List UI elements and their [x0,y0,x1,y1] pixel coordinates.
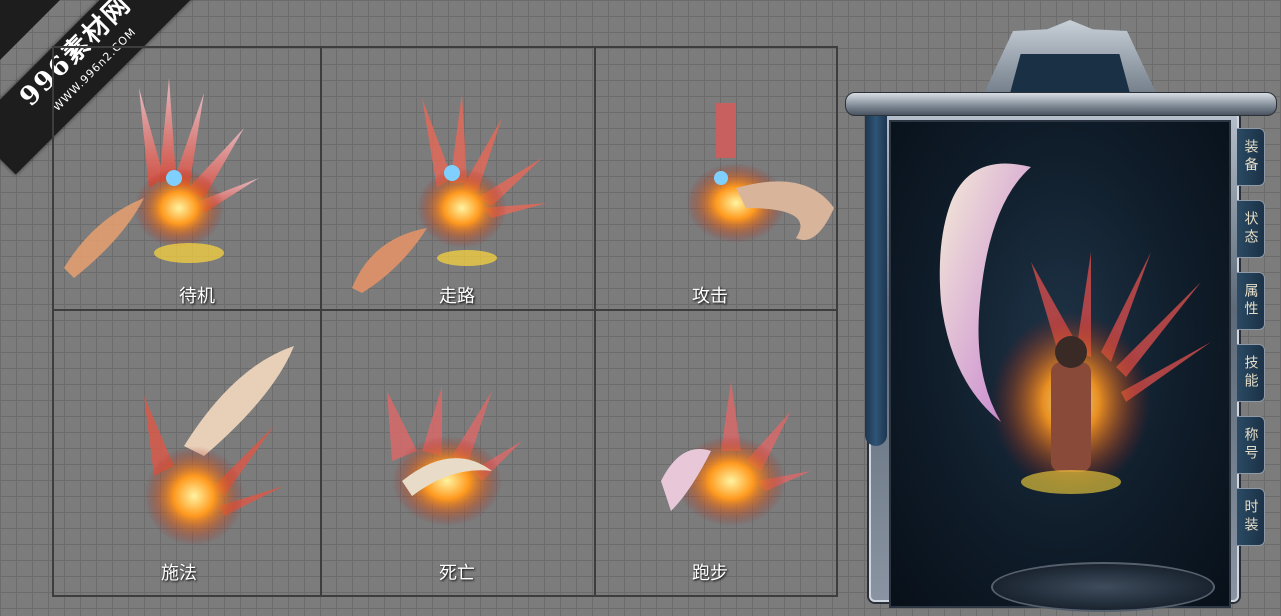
frame-run: 跑步 [596,311,836,597]
character-preview [889,120,1231,612]
frame-label: 死亡 [439,563,475,584]
frame-label: 施法 [161,563,197,584]
sprite-cast [144,346,294,546]
sprite-run [661,381,811,526]
character-panel: 装备 状态 属性 技能 称号 时装 [845,20,1277,612]
frame-label: 攻击 [692,286,728,307]
frame-label: 待机 [179,286,215,307]
panel-ribbon [865,116,887,446]
frame-label: 跑步 [692,563,728,584]
sprite-idle [64,78,259,278]
character-model [939,163,1211,494]
frame-walk: 走路 [322,48,594,309]
frame-idle: 待机 [54,48,320,309]
tab-skills[interactable]: 技能 [1237,344,1265,402]
sprite-attack [686,103,834,243]
frame-cast: 施法 [54,311,320,597]
tab-titles[interactable]: 称号 [1237,416,1265,474]
side-tabs: 装备 状态 属性 技能 称号 时装 [1237,128,1267,560]
sprite-walk [352,93,547,293]
tab-equipment[interactable]: 装备 [1237,128,1265,186]
frame-death: 死亡 [322,311,594,597]
sprite-death [387,386,522,526]
tab-fashion[interactable]: 时装 [1237,488,1265,546]
animation-grid: 待机 走路 攻击 施法 死亡 跑步 [52,46,838,597]
tab-attributes[interactable]: 属性 [1237,272,1265,330]
frame-attack: 攻击 [596,48,836,309]
panel-top-bar [845,92,1277,116]
tab-status[interactable]: 状态 [1237,200,1265,258]
frame-label: 走路 [439,286,475,307]
